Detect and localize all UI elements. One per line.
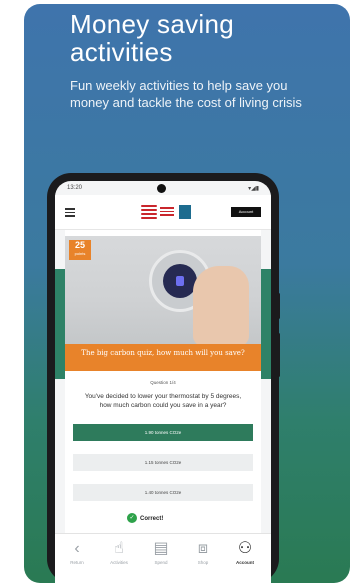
hand-image	[193, 266, 249, 344]
status-time: 13:20	[67, 185, 83, 191]
nav-item-shop[interactable]: ⧈ Shop	[183, 538, 223, 580]
nav-item-spend[interactable]: ▤ Spend	[141, 538, 181, 580]
nav-label: Shop	[197, 560, 209, 565]
answer-option[interactable]: 1.40 tonnes CO2e	[73, 484, 253, 501]
phone-side-button	[277, 293, 280, 319]
points-unit: points	[74, 251, 86, 256]
answer-result: ✓ Correct!	[127, 513, 163, 525]
nav-label: Spend	[154, 560, 168, 565]
points-value: 25	[74, 240, 85, 250]
gift-icon: ⧈	[197, 540, 209, 557]
activity-title: The big carbon quiz, how much will you s…	[65, 344, 261, 371]
answer-option[interactable]: 1.90 tonnes CO2e	[73, 424, 253, 441]
nav-label: Account	[236, 560, 254, 565]
question-text: You've decided to lower your thermostat …	[84, 393, 242, 409]
bottom-navigation: ‹ Return ☝ Activities ▤ Spend ⧈ Shop ⚇ A…	[55, 533, 271, 583]
activity-card: 25 points The big carbon quiz, how much …	[65, 230, 261, 583]
phone-side-button	[277, 333, 280, 377]
phone-frame: 13:20 ▾◢▮ Account 25 points The big carb…	[47, 173, 280, 583]
promo-headline: Money saving activities	[70, 9, 235, 67]
signal-icon: ▾◢▮	[248, 186, 259, 192]
nav-item-account[interactable]: ⚇ Account	[225, 538, 265, 580]
hand-icon: ☝	[114, 540, 124, 557]
brand-logo	[141, 205, 191, 221]
status-bar: 13:20 ▾◢▮	[55, 181, 271, 195]
app-header: Account	[55, 195, 271, 230]
thermostat-photo: 25 points	[65, 236, 261, 344]
question-counter: Question 1/4	[150, 380, 176, 385]
menu-icon[interactable]	[65, 208, 75, 217]
promo-subline: Fun weekly activities to help save you m…	[70, 78, 302, 110]
nav-label: Return	[70, 560, 84, 565]
people-icon: ⚇	[237, 540, 253, 557]
nav-label: Activities	[110, 560, 128, 565]
answer-option[interactable]: 1.15 tonnes CO2e	[73, 454, 253, 471]
back-arrow-icon: ‹	[74, 540, 80, 557]
check-circle-icon: ✓	[127, 513, 137, 524]
camera-hole	[157, 184, 166, 193]
nav-item-activities[interactable]: ☝ Activities	[99, 538, 139, 580]
phone-screen: 13:20 ▾◢▮ Account 25 points The big carb…	[55, 181, 271, 583]
points-badge: 25 points	[69, 240, 91, 260]
result-text: Correct!	[140, 516, 164, 522]
account-button[interactable]: Account	[231, 207, 261, 217]
nav-item-return[interactable]: ‹ Return	[57, 538, 97, 580]
receipt-icon: ▤	[153, 540, 169, 557]
